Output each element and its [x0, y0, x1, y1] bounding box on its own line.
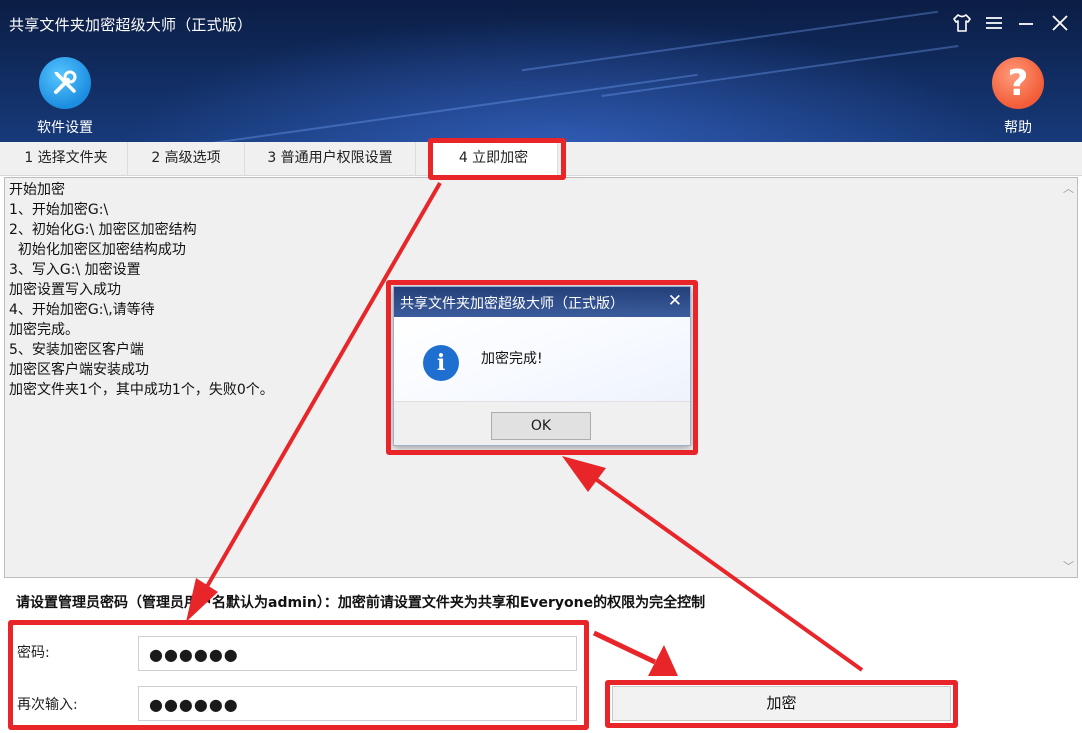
- settings-button[interactable]: 软件设置: [34, 57, 96, 137]
- title-bar: 共享文件夹加密超级大师（正式版） 软件设置 ? 帮助: [0, 0, 1082, 142]
- tab-select-folder[interactable]: 1 选择文件夹: [5, 142, 128, 176]
- tab-user-permissions[interactable]: 3 普通用户权限设置: [245, 142, 416, 176]
- completion-dialog: 共享文件夹加密超级大师（正式版） ✕ i 加密完成! OK: [393, 286, 691, 446]
- log-line: 1、开始加密G:\: [9, 202, 109, 218]
- log-line: 2、初始化G:\ 加密区加密结构: [9, 222, 197, 238]
- question-mark-icon: ?: [992, 57, 1044, 109]
- encrypt-button[interactable]: 加密: [612, 686, 951, 721]
- tab-bar: 1 选择文件夹 2 高级选项 3 普通用户权限设置 4 立即加密: [0, 142, 1082, 176]
- settings-label: 软件设置: [37, 120, 93, 136]
- minimize-icon[interactable]: [1014, 12, 1038, 39]
- app-title: 共享文件夹加密超级大师（正式版）: [9, 16, 253, 34]
- tab-encrypt-now[interactable]: 4 立即加密: [430, 142, 558, 176]
- arrow-password-to-button: [592, 630, 657, 665]
- close-icon[interactable]: [1048, 12, 1072, 39]
- tab-advanced-options[interactable]: 2 高级选项: [128, 142, 245, 176]
- confirm-password-label: 再次输入:: [17, 697, 78, 713]
- dialog-title: 共享文件夹加密超级大师（正式版）: [400, 296, 624, 312]
- dialog-body: i 加密完成!: [394, 317, 690, 401]
- info-icon: i: [423, 345, 459, 381]
- log-line: 3、写入G:\ 加密设置: [9, 262, 141, 278]
- wrench-screwdriver-icon: [39, 57, 91, 109]
- password-field[interactable]: ●●●●●●: [138, 636, 577, 671]
- dialog-close-icon[interactable]: ✕: [668, 291, 682, 311]
- dialog-message: 加密完成!: [481, 351, 543, 367]
- password-notice: 请设置管理员密码（管理员用户名默认为admin）：加密前请设置文件夹为共享和Ev…: [16, 595, 706, 611]
- shirt-icon[interactable]: [950, 12, 974, 39]
- log-scrollbar[interactable]: ︿ ﹀: [1060, 178, 1077, 577]
- scroll-down-icon[interactable]: ﹀: [1060, 558, 1077, 575]
- help-label: 帮助: [1004, 120, 1032, 136]
- log-line: 初始化加密区加密结构成功: [9, 242, 186, 258]
- ok-button[interactable]: OK: [491, 412, 591, 440]
- dialog-title-bar: 共享文件夹加密超级大师（正式版） ✕: [394, 287, 690, 317]
- menu-icon[interactable]: [982, 12, 1006, 39]
- dialog-footer: OK: [394, 401, 690, 445]
- help-button[interactable]: ? 帮助: [990, 57, 1046, 137]
- confirm-password-field[interactable]: ●●●●●●: [138, 686, 577, 721]
- arrow-head: [648, 645, 678, 676]
- password-label: 密码:: [17, 645, 50, 661]
- scroll-up-icon[interactable]: ︿: [1060, 180, 1077, 197]
- log-line: 开始加密: [9, 182, 65, 198]
